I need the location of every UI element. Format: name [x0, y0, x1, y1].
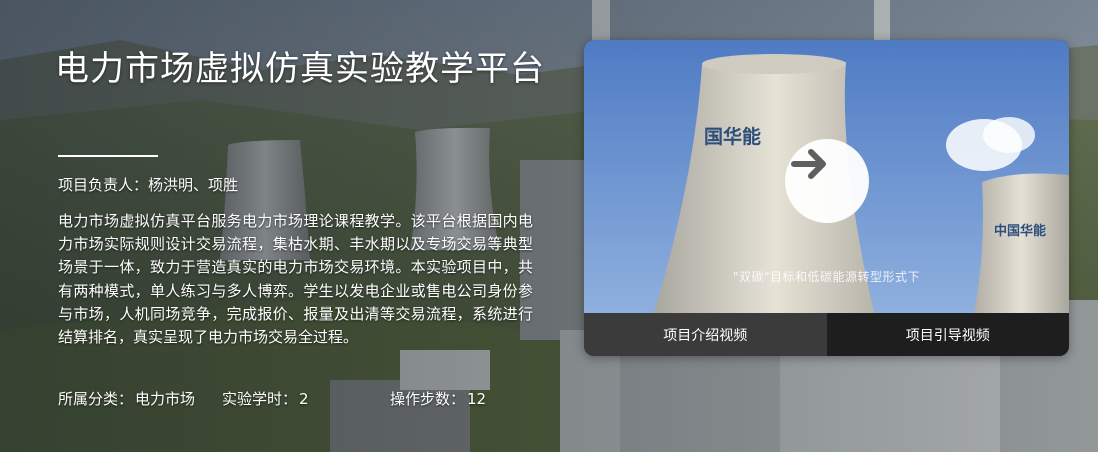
tab-intro-video[interactable]: 项目介绍视频 [584, 313, 827, 356]
leader-value: 杨洪明、项胜 [148, 176, 239, 194]
hours-value: 2 [299, 390, 309, 408]
category-meta: 所属分类： 电力市场 [58, 388, 195, 410]
tower-brand-right: 中国华能 [994, 224, 1047, 239]
title-underline [58, 155, 158, 157]
tab-guide-video[interactable]: 项目引导视频 [826, 313, 1069, 356]
video-tabs: 项目介绍视频 项目引导视频 [584, 313, 1069, 356]
hours-meta: 实验学时： 2 [222, 388, 309, 410]
category-value: 电力市场 [135, 390, 196, 408]
steps-meta: 操作步数： 12 [390, 388, 486, 410]
arrow-right-icon [791, 149, 826, 179]
page-title: 电力市场虚拟仿真实验教学平台 [55, 49, 545, 89]
hours-label: 实验学时： [222, 390, 298, 408]
steps-label: 操作步数： [390, 390, 466, 408]
tower-brand-left: 国华能 [704, 126, 762, 148]
video-player-card[interactable]: 国华能 中国华能 "双碳"目标和低碳能源转型形式下 项目介绍视频 项目引导视频 [584, 40, 1069, 356]
video-caption: "双碳"目标和低碳能源转型形式下 [732, 270, 921, 284]
steps-value: 12 [467, 390, 487, 408]
play-button[interactable] [785, 139, 869, 223]
leader-label: 项目负责人： [58, 176, 149, 194]
project-description: 电力市场虚拟仿真平台服务电力市场理论课程教学。该平台根据国内电力市场实际规则设计… [58, 212, 533, 347]
project-leader: 项目负责人：杨洪明、项胜 [58, 174, 238, 196]
category-label: 所属分类： [58, 390, 134, 408]
